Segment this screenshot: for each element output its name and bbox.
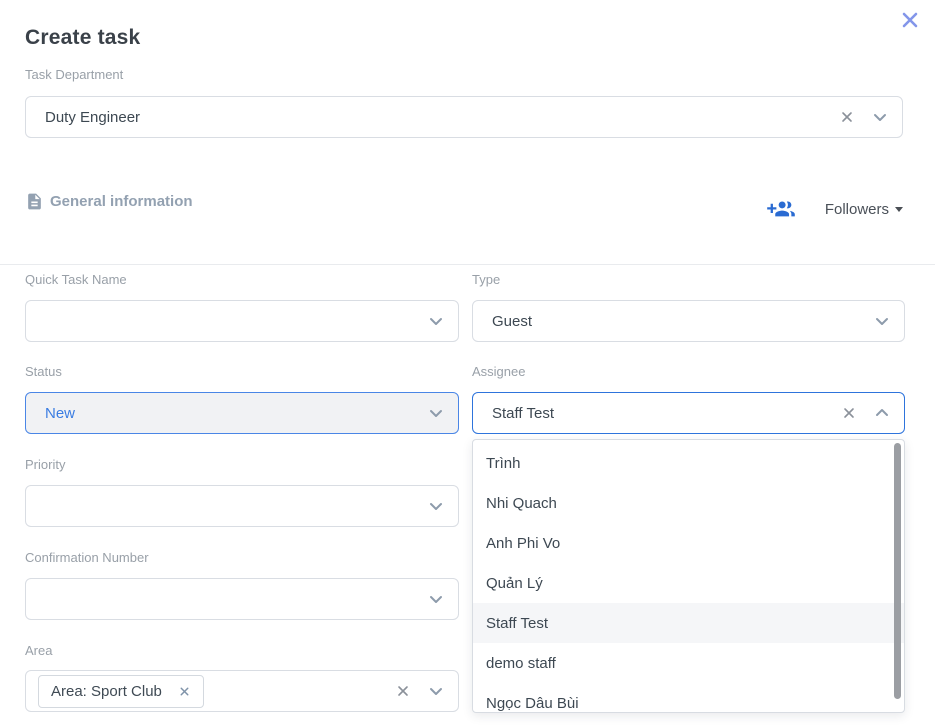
- clear-icon[interactable]: [841, 405, 857, 421]
- chevron-down-icon[interactable]: [873, 312, 891, 330]
- confirmation-number-label: Confirmation Number: [25, 550, 149, 565]
- dropdown-option[interactable]: Nhi Quach: [473, 483, 904, 523]
- confirmation-number-select[interactable]: [25, 578, 459, 620]
- caret-down-icon: [895, 207, 903, 212]
- chevron-down-icon[interactable]: [427, 497, 445, 515]
- dropdown-option[interactable]: Quản Lý: [473, 563, 904, 603]
- add-followers-icon[interactable]: [767, 198, 795, 221]
- assignee-select[interactable]: Staff Test: [472, 392, 905, 434]
- close-icon: [899, 9, 921, 31]
- assignee-value: Staff Test: [492, 405, 554, 422]
- dropdown-scrollbar-thumb[interactable]: [894, 443, 901, 699]
- assignee-label: Assignee: [472, 364, 525, 379]
- dropdown-option[interactable]: Trình: [473, 443, 904, 483]
- area-select[interactable]: Area: Sport Club: [25, 670, 459, 712]
- task-department-select[interactable]: Duty Engineer: [25, 96, 903, 138]
- area-label: Area: [25, 643, 52, 658]
- chevron-down-icon[interactable]: [871, 108, 889, 126]
- assignee-dropdown-list: Trình Nhi Quach Anh Phi Vo Quản Lý Staff…: [472, 439, 905, 713]
- chevron-down-icon[interactable]: [427, 682, 445, 700]
- dropdown-option[interactable]: demo staff: [473, 643, 904, 683]
- followers-controls: Followers: [767, 198, 903, 221]
- status-label: Status: [25, 364, 62, 379]
- section-title-text: General information: [50, 193, 193, 210]
- status-value: New: [45, 405, 75, 422]
- followers-dropdown-button[interactable]: Followers: [805, 201, 903, 218]
- general-information-section: General information: [25, 192, 193, 211]
- clear-icon[interactable]: [395, 683, 411, 699]
- dropdown-option[interactable]: Ngọc Dâu Bùi: [473, 683, 904, 713]
- task-department-label: Task Department: [25, 67, 123, 82]
- type-value: Guest: [492, 313, 532, 330]
- close-button[interactable]: [897, 7, 923, 33]
- remove-tag-icon[interactable]: [178, 685, 191, 698]
- create-task-modal: Create task Task Department Duty Enginee…: [0, 0, 935, 726]
- dropdown-option-selected[interactable]: Staff Test: [473, 603, 904, 643]
- type-label: Type: [472, 272, 500, 287]
- priority-select[interactable]: [25, 485, 459, 527]
- quick-task-name-select[interactable]: [25, 300, 459, 342]
- quick-task-name-label: Quick Task Name: [25, 272, 127, 287]
- priority-label: Priority: [25, 457, 65, 472]
- modal-title: Create task: [25, 26, 140, 50]
- status-select[interactable]: New: [25, 392, 459, 434]
- chevron-down-icon[interactable]: [427, 590, 445, 608]
- task-department-value: Duty Engineer: [45, 109, 140, 126]
- followers-label: Followers: [825, 201, 889, 218]
- clear-icon[interactable]: [839, 109, 855, 125]
- section-divider: [0, 264, 935, 265]
- area-tag: Area: Sport Club: [38, 675, 204, 708]
- area-tag-label: Area: Sport Club: [51, 683, 162, 700]
- chevron-up-icon[interactable]: [873, 404, 891, 422]
- chevron-down-icon[interactable]: [427, 404, 445, 422]
- dropdown-option[interactable]: Anh Phi Vo: [473, 523, 904, 563]
- type-select[interactable]: Guest: [472, 300, 905, 342]
- chevron-down-icon[interactable]: [427, 312, 445, 330]
- document-icon: [25, 192, 44, 211]
